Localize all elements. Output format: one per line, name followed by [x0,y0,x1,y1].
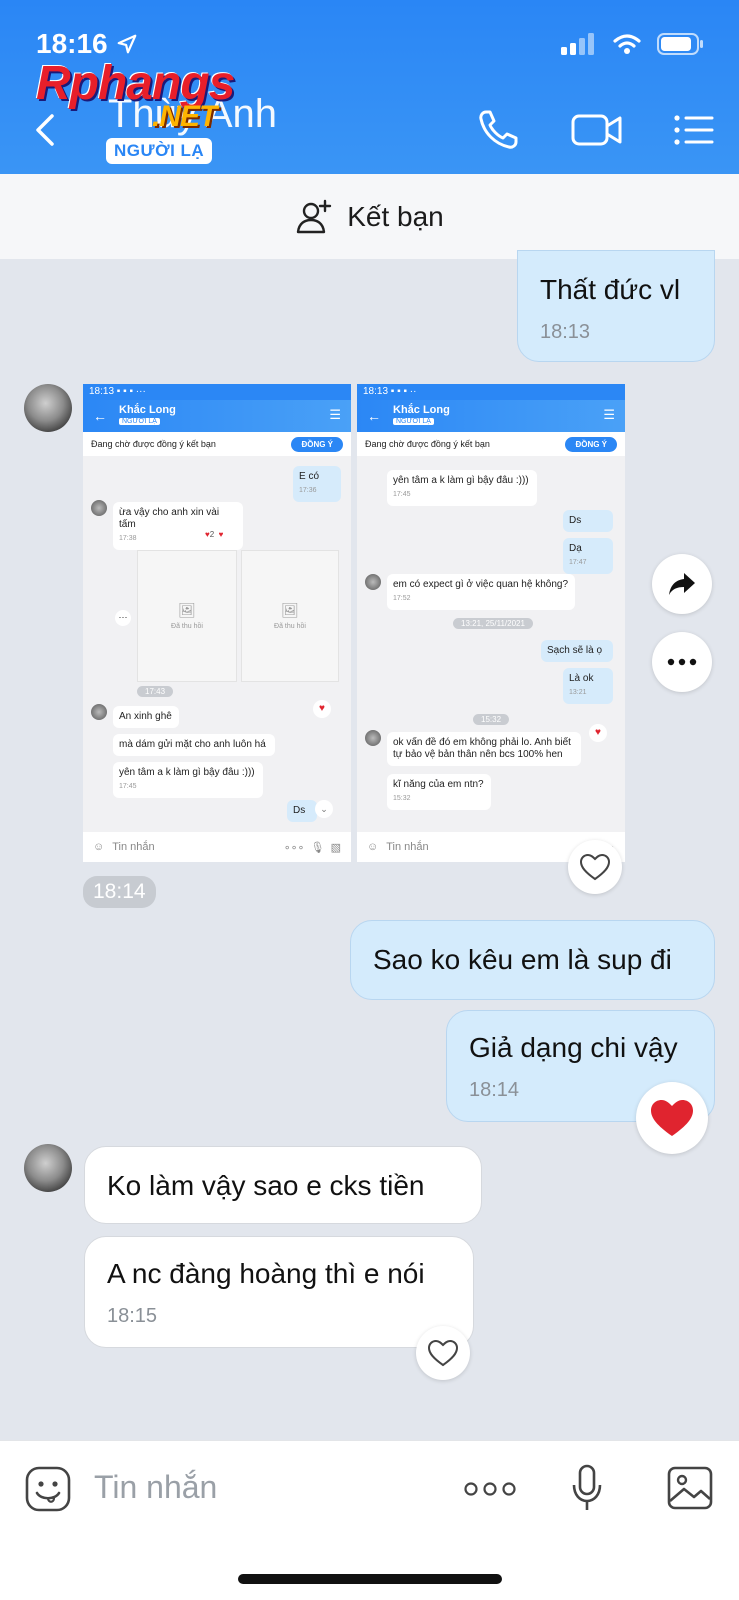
my-message-bubble[interactable]: Sao ko kêu em là sup đi [350,920,715,1000]
shot-time: 18:13 [89,386,115,397]
chat-header: 18:16 Thùy Anh Rphangs .NET NGƯỜI LẠ [0,0,739,174]
menu-list-icon[interactable] [672,106,716,154]
more-dots-icon [667,658,697,666]
share-button[interactable] [652,554,712,614]
shot-badge: NGƯỜI LẠ [393,418,434,425]
react-heart-button[interactable] [416,1326,470,1380]
shot-recalled-photo: 🖼 Đã thu hồi [137,550,237,682]
shot-menu-icon: ☰ [329,407,341,422]
shot-header: ← Khắc Long NGƯỜI LẠ ☰ [357,400,625,432]
cellular-signal-icon [561,33,594,55]
shot-avatar [91,500,107,516]
shot-accept-button: ĐỒNG Ý [291,436,343,452]
their-message-bubble[interactable]: A nc đàng hoàng thì e nói 18:15 [84,1236,474,1348]
add-user-icon [297,199,332,233]
shot-message: Ds [563,510,613,532]
add-friend-bar[interactable]: Kết bạn [0,174,739,259]
shot-heart-icon: ♥ [313,700,331,718]
shot-contact-name: Khắc Long [393,404,450,416]
watermark-logo: Rphangs .NET [36,56,235,133]
message-text: Giả dạng chi vậy [469,1032,678,1063]
message-time: 18:13 [540,321,591,343]
screenshot-image-left[interactable]: 18:13 ▪ ▪ ▪ ··· ← Khắc Long NGƯỜI LẠ ☰ Đ… [83,384,351,862]
shot-avatar [91,704,107,720]
shot-message: An xinh ghê [113,706,179,728]
shot-heart-icon: ♥ [589,724,607,742]
heart-reaction[interactable] [636,1082,708,1154]
shot-avatar [365,730,381,746]
my-message-bubble[interactable]: Thất đức vl 18:13 [517,250,715,362]
shot-message: ok vấn đề đó em không phải lo. Anh biết … [387,732,581,766]
heart-filled-icon [651,1100,693,1136]
shot-time-chip: 17:43 [137,686,174,697]
shot-time-chip: 15:32 [473,714,510,725]
add-friend-label: Kết bạn [347,200,444,232]
phone-call-icon[interactable] [474,106,522,154]
video-call-icon[interactable] [570,106,624,154]
shot-message: Sạch sẽ là ọ [541,640,613,662]
shot-message: Dạ 17:47 [563,538,613,574]
heart-outline-icon [427,1339,459,1367]
more-options-icon[interactable] [464,1481,516,1497]
shot-message: kĩ năng của em ntn? 15:32 [387,774,491,810]
shot-accept-button: ĐỒNG Ý [565,436,617,452]
message-text: A nc đàng hoàng thì e nói [107,1258,425,1289]
shot-message: mà dám gửi mặt cho anh luôn há [113,734,275,756]
shot-back-icon: ← [93,408,107,424]
back-arrow-icon[interactable] [30,110,60,150]
shot-badge: NGƯỜI LẠ [119,418,160,425]
shot-status-bar: 18:13 ▪ ▪ ▪ ··· [83,384,351,400]
screenshot-image-right[interactable]: 18:13 ▪ ▪ ▪ ·· ← Khắc Long NGƯỜI LẠ ☰ Đa… [357,384,625,862]
wifi-icon [613,34,641,54]
more-options-button[interactable] [652,632,712,692]
image-gallery-icon[interactable] [666,1465,714,1511]
shot-date-chip: 13:21, 25/11/2021 [453,618,533,629]
shot-contact-name: Khắc Long [119,404,176,416]
react-heart-button[interactable] [568,840,622,894]
heart-outline-icon [579,853,611,881]
shot-reaction: ♥2 ♥ [205,530,224,539]
stranger-badge: NGƯỜI LẠ [106,138,213,164]
shot-scroll-down-icon: ⌄ [315,800,333,818]
shot-pending-bar: Đang chờ được đồng ý kết bạn ĐỒNG Ý [357,432,625,456]
shot-message: E có 17:36 [293,466,341,502]
image-time-chip: 18:14 [83,876,156,908]
shot-message: Ds [287,800,317,822]
shot-avatar [365,574,381,590]
watermark-suffix: .NET [152,100,217,133]
home-indicator [238,1574,502,1584]
shot-status-bar: 18:13 ▪ ▪ ▪ ·· [357,384,625,400]
message-input[interactable]: Tin nhắn [94,1469,217,1506]
shot-pending-text: Đang chờ được đồng ý kết bạn [91,439,216,449]
shot-input-bar: ☺ Tin nhắn ∘∘∘ 🎙 ▧ [83,832,351,862]
their-message-bubble[interactable]: Ko làm vậy sao e cks tiền [84,1146,482,1224]
shot-message: em có expect gì ở việc quan hệ không? 17:… [387,574,575,610]
sticker-emoji-icon[interactable] [24,1465,72,1513]
shot-pending-bar: Đang chờ được đồng ý kết bạn ĐỒNG Ý [83,432,351,456]
location-arrow-icon [117,34,136,54]
contact-avatar[interactable] [24,1144,72,1192]
contact-avatar[interactable] [24,384,72,432]
message-text: Ko làm vậy sao e cks tiền [107,1170,425,1201]
message-text: Thất đức vl [540,274,681,305]
shot-pending-text: Đang chờ được đồng ý kết bạn [365,439,490,449]
shot-message: ừa vậy cho anh xin vài tấm 17:38 [113,502,243,550]
shot-message: yên tâm a k làm gì bậy đâu :))) 17:45 [387,470,537,506]
shot-menu-icon: ☰ [603,407,615,422]
share-arrow-icon [669,573,695,595]
shot-back-icon: ← [367,408,381,424]
message-time: 18:15 [107,1305,158,1327]
battery-icon [657,33,703,55]
microphone-icon[interactable] [570,1463,604,1513]
shot-message: yên tâm a k làm gì bậy đâu :))) 17:45 [113,762,263,798]
shot-more-icon: ··· [115,610,131,626]
shot-recalled-photo: 🖼 Đã thu hồi [241,550,339,682]
message-text: Sao ko kêu em là sup đi [373,944,672,975]
shot-time: 18:13 [363,386,389,397]
status-icons [561,32,705,56]
shot-header: ← Khắc Long NGƯỜI LẠ ☰ [83,400,351,432]
shot-message: Là ok 13:21 [563,668,613,704]
